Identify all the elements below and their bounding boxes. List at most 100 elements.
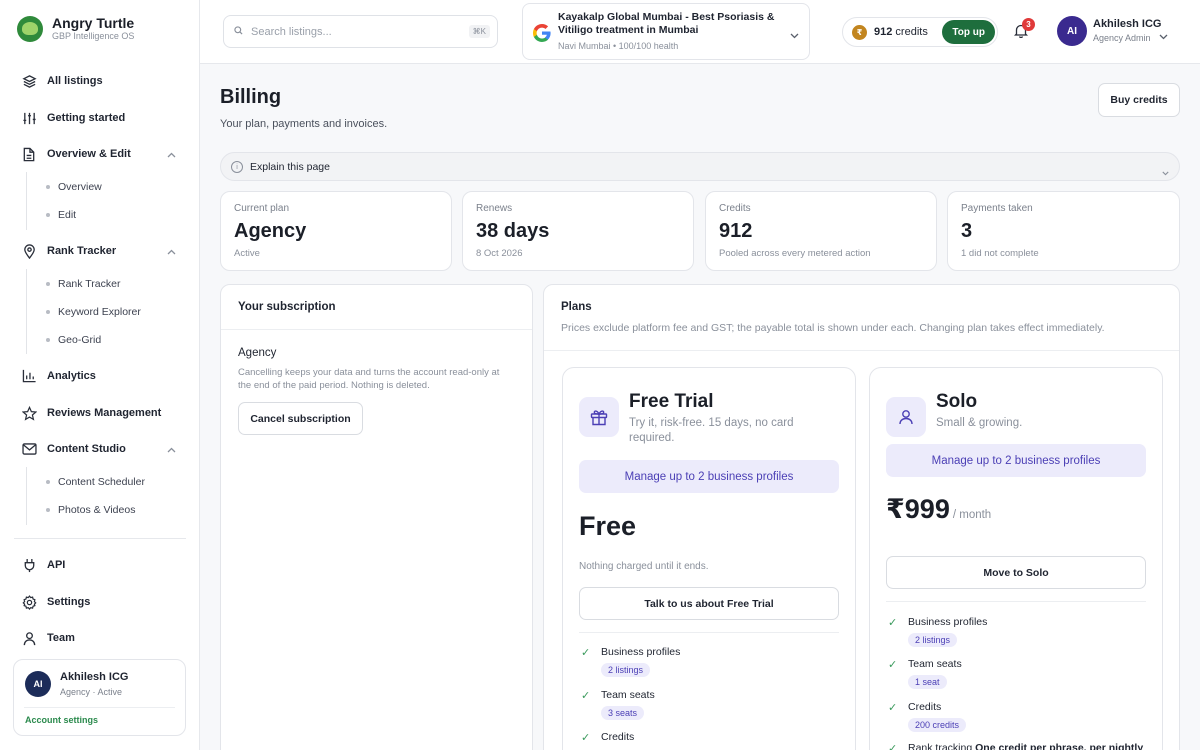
chevron-up-icon[interactable] bbox=[167, 149, 176, 161]
sidebar-item-content-studio[interactable]: Content Studio bbox=[20, 439, 180, 459]
document-icon bbox=[20, 145, 38, 163]
talk-to-us-button[interactable]: Talk to us about Free Trial bbox=[579, 587, 839, 620]
sidebar-item-all-listings[interactable]: All listings bbox=[20, 71, 180, 91]
check-icon: ✓ bbox=[888, 702, 898, 714]
check-icon: ✓ bbox=[888, 617, 898, 629]
star-icon bbox=[20, 404, 38, 422]
cancel-subscription-button[interactable]: Cancel subscription bbox=[238, 402, 363, 435]
sidebar-subitem-photos-videos[interactable]: Photos & Videos bbox=[46, 504, 135, 516]
stat-sub: 8 Oct 2026 bbox=[476, 248, 523, 259]
sidebar-item-settings[interactable]: Settings bbox=[20, 592, 180, 612]
subitem-label: Overview bbox=[58, 181, 102, 193]
credits-amount: 912 bbox=[874, 26, 893, 38]
gift-icon bbox=[579, 397, 619, 437]
chevron-up-icon[interactable] bbox=[167, 444, 176, 456]
notification-badge: 3 bbox=[1022, 18, 1035, 31]
sidebar-item-analytics[interactable]: Analytics bbox=[20, 366, 180, 386]
move-to-solo-button[interactable]: Move to Solo bbox=[886, 556, 1146, 589]
submenu-line bbox=[26, 467, 27, 525]
sidebar-item-label: Settings bbox=[47, 596, 91, 608]
stat-card-payments: Payments taken 3 1 did not complete bbox=[947, 191, 1180, 271]
sidebar-subitem-edit[interactable]: Edit bbox=[46, 209, 76, 221]
buy-credits-button[interactable]: Buy credits bbox=[1098, 83, 1180, 117]
feature-row: ✓ Credits 200 credits bbox=[888, 701, 967, 732]
avatar[interactable]: AI bbox=[25, 671, 51, 697]
search-box[interactable]: ⌘K bbox=[223, 15, 498, 48]
search-input[interactable] bbox=[251, 25, 451, 38]
stat-label: Current plan bbox=[234, 203, 290, 214]
user-role: Agency Admin bbox=[1093, 33, 1151, 43]
plan-capacity: Manage up to 2 business profiles bbox=[579, 460, 839, 493]
sidebar-item-reviews[interactable]: Reviews Management bbox=[20, 403, 180, 423]
plan-price: Free bbox=[579, 511, 636, 542]
subitem-label: Content Scheduler bbox=[58, 476, 145, 488]
chevron-down-icon bbox=[1162, 163, 1169, 181]
sidebar-item-label: Reviews Management bbox=[47, 407, 162, 419]
sidebar-item-label: Getting started bbox=[47, 112, 126, 124]
explain-page-accordion[interactable]: i Explain this page bbox=[220, 152, 1180, 181]
plans-note: Prices exclude platform fee and GST; the… bbox=[561, 322, 1105, 334]
sidebar-subitem-keyword-explorer[interactable]: Keyword Explorer bbox=[46, 306, 141, 318]
cancel-note: Cancelling keeps your data and turns the… bbox=[238, 367, 500, 391]
app-name: Angry Turtle bbox=[52, 15, 135, 31]
brand[interactable]: Angry Turtle GBP Intelligence OS bbox=[17, 15, 134, 42]
user-role: Agency · Active bbox=[60, 687, 123, 697]
feature-row: ✓ Rank tracking One credit per phrase, p… bbox=[888, 742, 1143, 750]
stat-sub: 1 did not complete bbox=[961, 248, 1039, 259]
chevron-up-icon[interactable] bbox=[167, 246, 176, 258]
stat-value: 912 bbox=[719, 220, 753, 242]
user-menu[interactable]: AI Akhilesh ICG Agency Admin bbox=[1057, 15, 1172, 49]
feature-label: Credits bbox=[601, 731, 635, 743]
sidebar-item-team[interactable]: Team bbox=[20, 628, 180, 648]
sidebar-user-card: AI Akhilesh ICG Agency · Active Account … bbox=[13, 659, 186, 736]
sidebar-item-overview-edit[interactable]: Overview & Edit bbox=[20, 144, 180, 164]
panel-title: Plans bbox=[561, 301, 592, 313]
plans-panel: Plans Prices exclude platform fee and GS… bbox=[543, 284, 1180, 750]
feature-badge: 2 listings bbox=[908, 633, 958, 647]
page-subtitle: Your plan, payments and invoices. bbox=[220, 118, 388, 130]
subitem-label: Edit bbox=[58, 209, 77, 221]
sliders-icon bbox=[20, 109, 38, 127]
current-plan-name: Agency bbox=[238, 347, 277, 359]
subscription-panel: Your subscription Agency Cancelling keep… bbox=[220, 284, 533, 750]
plan-name: Free Trial bbox=[629, 391, 714, 412]
stat-sub: Active bbox=[234, 248, 260, 259]
sidebar-item-label: All listings bbox=[47, 75, 103, 87]
sidebar-item-label: Analytics bbox=[47, 370, 96, 382]
sidebar-item-label: Team bbox=[47, 632, 75, 644]
sidebar-subitem-rank-tracker[interactable]: Rank Tracker bbox=[46, 278, 120, 290]
credits-unit: credits bbox=[895, 26, 928, 38]
sidebar-item-api[interactable]: API bbox=[20, 555, 180, 575]
account-settings-link[interactable]: Account settings bbox=[25, 715, 98, 725]
sidebar-subitem-geo-grid[interactable]: Geo-Grid bbox=[46, 334, 101, 346]
sidebar-item-rank-tracker[interactable]: Rank Tracker bbox=[20, 241, 180, 261]
coin-icon: ₹ bbox=[852, 25, 867, 40]
sidebar-subitem-overview[interactable]: Overview bbox=[46, 181, 102, 193]
listing-meta: Navi Mumbai • 100/100 health bbox=[558, 41, 679, 51]
check-icon: ✓ bbox=[581, 732, 591, 744]
sidebar-subitem-content-scheduler[interactable]: Content Scheduler bbox=[46, 476, 145, 488]
feature-badge: 1 seat bbox=[908, 675, 947, 689]
stat-label: Payments taken bbox=[961, 203, 1033, 214]
google-icon bbox=[533, 24, 551, 42]
sidebar-divider bbox=[14, 538, 186, 539]
sidebar-item-getting-started[interactable]: Getting started bbox=[20, 108, 180, 128]
feature-label: Credits bbox=[908, 701, 942, 713]
submenu-line bbox=[26, 172, 27, 230]
pin-icon bbox=[20, 242, 38, 260]
divider bbox=[544, 350, 1179, 351]
listing-selector[interactable]: Kayakalp Global Mumbai - Best Psoriasis … bbox=[522, 3, 810, 60]
subitem-label: Photos & Videos bbox=[58, 504, 136, 516]
stat-label: Renews bbox=[476, 203, 513, 214]
search-shortcut: ⌘K bbox=[468, 25, 490, 38]
stat-value: Agency bbox=[234, 220, 307, 242]
stat-card-credits: Credits 912 Pooled across every metered … bbox=[705, 191, 937, 271]
price-value: ₹999 bbox=[886, 494, 950, 524]
top-up-button[interactable]: Top up bbox=[942, 20, 995, 44]
divider bbox=[886, 601, 1146, 602]
plan-card-solo: Solo Small & growing. Manage up to 2 bus… bbox=[869, 367, 1163, 750]
credits-pill: ₹ 912 credits Top up bbox=[842, 17, 998, 47]
sidebar: Angry Turtle GBP Intelligence OS All lis… bbox=[0, 0, 200, 750]
feature-label: Team seats bbox=[601, 689, 655, 701]
subitem-label: Geo-Grid bbox=[58, 334, 102, 346]
